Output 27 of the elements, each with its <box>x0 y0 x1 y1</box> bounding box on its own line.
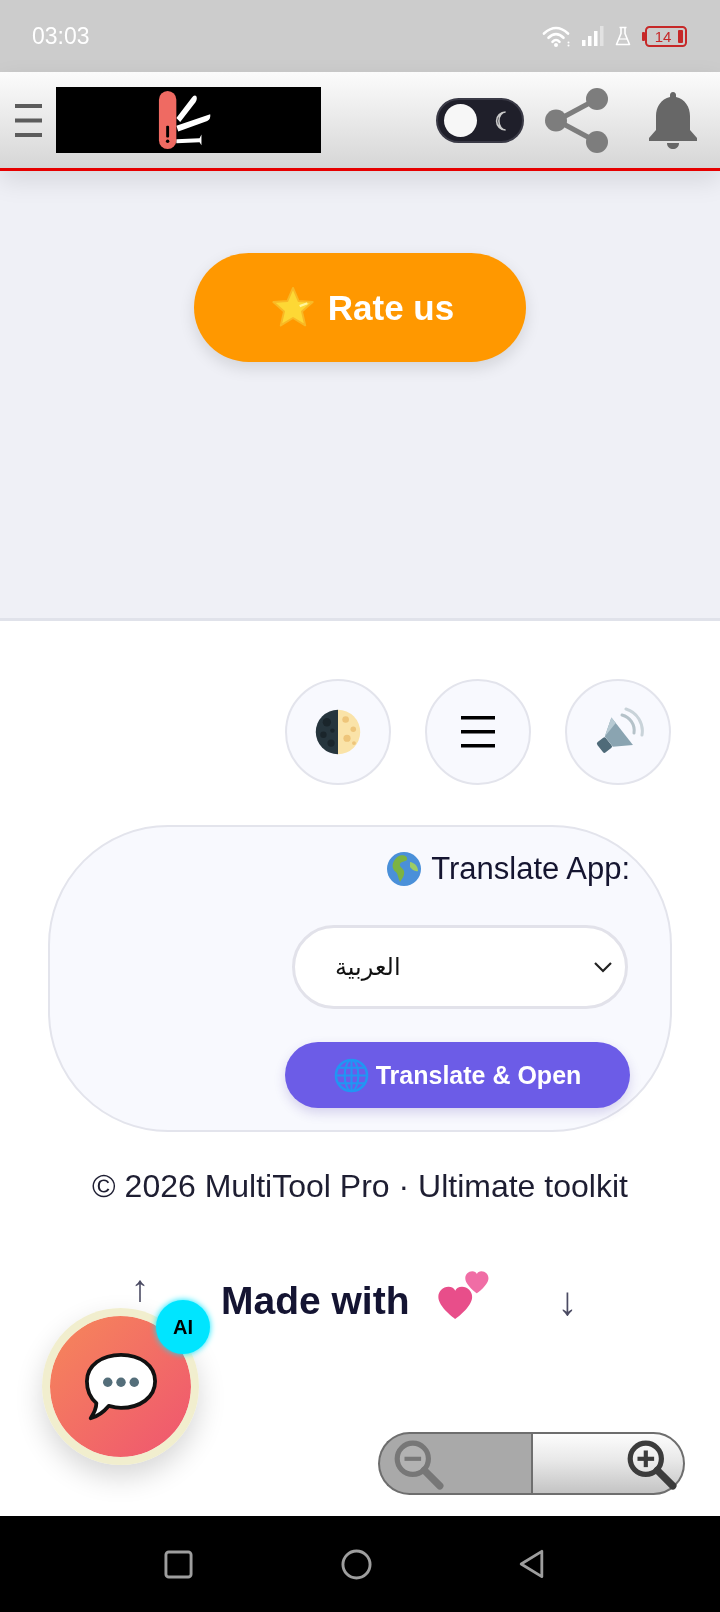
menu-icon[interactable] <box>15 103 42 137</box>
half-moon-icon <box>313 707 363 757</box>
bell-icon[interactable] <box>646 90 700 150</box>
battery-icon <box>642 25 687 47</box>
ai-badge: AI <box>156 1300 210 1354</box>
battery-percent: 14 <box>653 27 673 45</box>
menu-icon <box>461 716 495 748</box>
triangle-icon[interactable] <box>518 1549 545 1579</box>
scroll-down-button[interactable]: ↓ <box>552 1278 583 1324</box>
flask-icon <box>615 26 631 46</box>
translate-label: Translate App: <box>431 851 630 887</box>
share-icon[interactable] <box>544 86 610 154</box>
speech-bubble-icon <box>82 1350 159 1423</box>
circle-icon[interactable] <box>341 1548 372 1580</box>
globe-icon <box>386 851 423 887</box>
chevron-icon <box>593 961 613 973</box>
zoom-in-button[interactable] <box>531 1432 685 1495</box>
made-with-text: Made with <box>221 1278 410 1324</box>
globe-icon <box>333 1057 369 1093</box>
scroll-up-button[interactable]: ↑ <box>128 1273 152 1304</box>
signal-icon <box>582 26 604 46</box>
language-select[interactable]: العربية <box>292 925 628 1009</box>
theme-toggle[interactable] <box>436 97 524 143</box>
translate-button[interactable]: Translate & Open <box>285 1042 630 1108</box>
wifi-icon <box>541 25 571 47</box>
copyright-text: © 2026 MultiTool Pro · Ultimate toolkit <box>91 1167 629 1205</box>
square-icon[interactable] <box>164 1549 193 1579</box>
